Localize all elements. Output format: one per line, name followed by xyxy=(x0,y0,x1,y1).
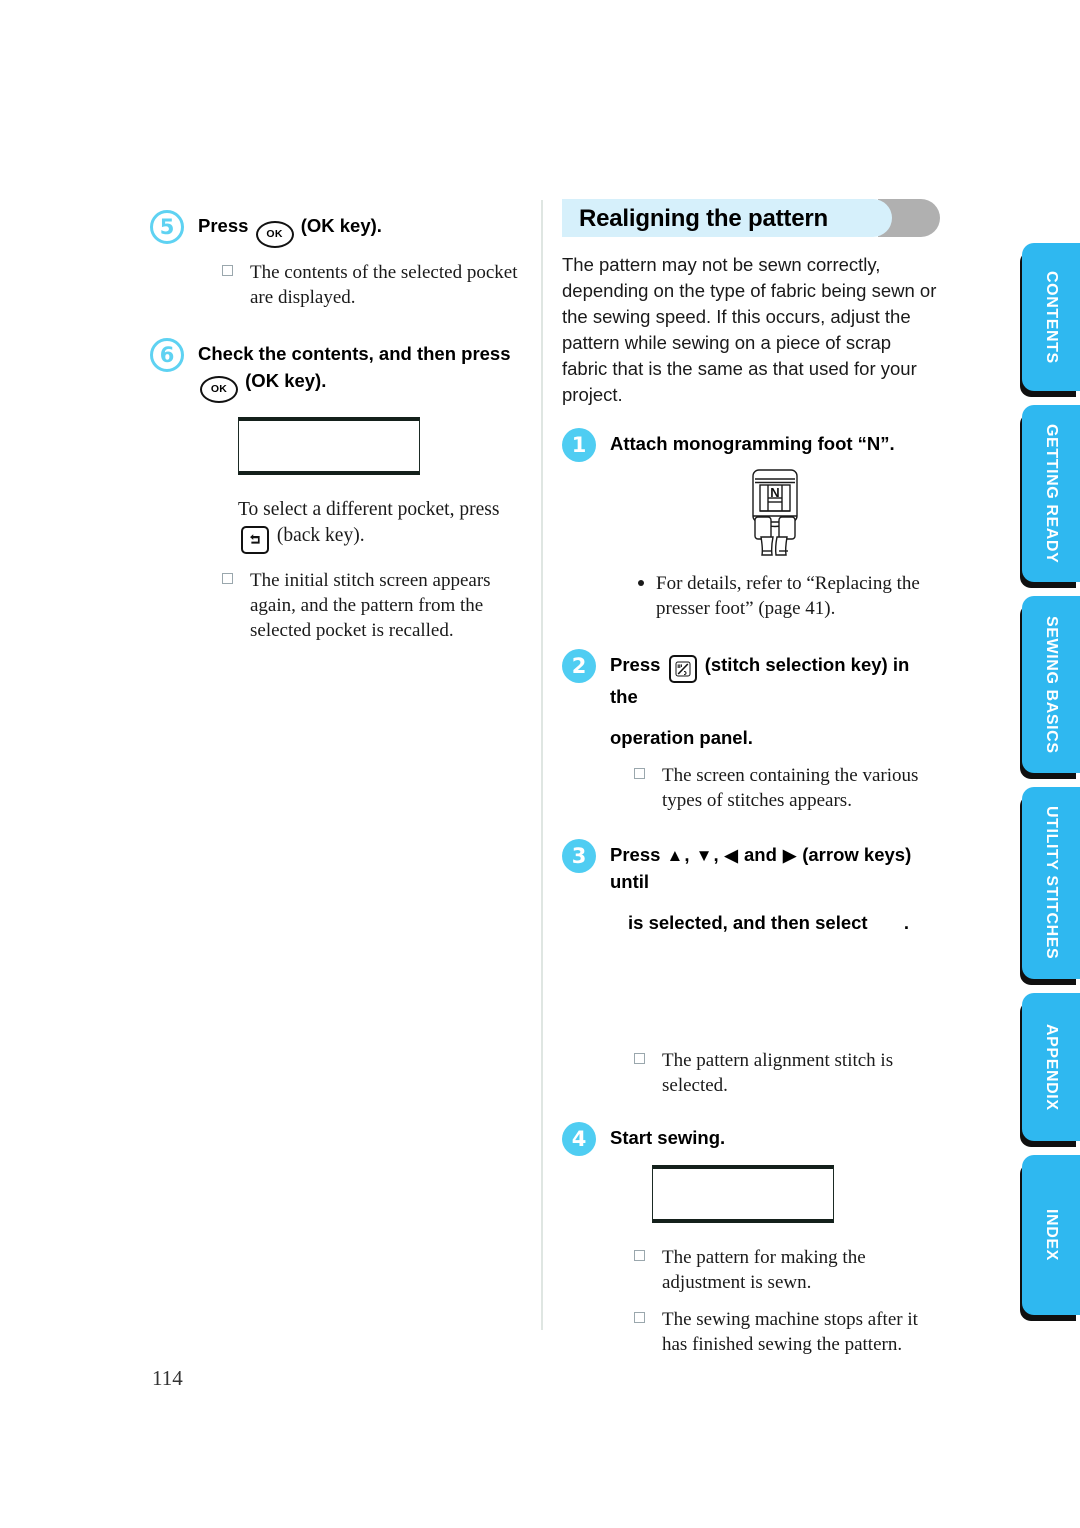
step-1-bullet: For details, refer to “Replacing the pre… xyxy=(634,571,940,621)
step-2-note: The screen containing the various types … xyxy=(632,763,940,813)
step-5-number: 5 xyxy=(150,210,184,244)
side-tab-contents-label: CONTENTS xyxy=(1043,270,1060,364)
step-3: 3 Press ▲, ▼, ◀ and ▶ (arrow keys) until… xyxy=(562,839,940,1098)
step-5: 5 Press OK (OK key). The contents of the… xyxy=(150,210,525,310)
side-tab-sewing-basics-label: SEWING BASICS xyxy=(1043,615,1060,754)
step-4-title: Start sewing. xyxy=(610,1127,726,1148)
side-tab-index-label: INDEX xyxy=(1043,1209,1060,1261)
step-3-text-before: Press xyxy=(610,844,661,865)
page-number: 114 xyxy=(152,1366,183,1390)
page-title: Realigning the pattern xyxy=(579,205,828,232)
step-1-number: 1 xyxy=(562,428,596,462)
side-tab-getting-ready[interactable]: GETTING READY xyxy=(1022,405,1080,582)
side-tab-utility-stitches-label: UTILITY STITCHES xyxy=(1043,806,1060,960)
monogramming-foot-illustration: N xyxy=(610,467,940,559)
square-bullet-icon xyxy=(222,265,233,276)
step-2-title: Press (stitch selection key) in the oper… xyxy=(610,651,940,751)
arrow-sep-2: , xyxy=(713,844,719,865)
step-6-number: 6 xyxy=(150,338,184,372)
step-1: 1 Attach monogramming foot “N”. N For de… xyxy=(562,428,940,621)
arrow-right-icon[interactable]: ▶ xyxy=(783,847,796,864)
intro-paragraph: The pattern may not be sewn correctly, d… xyxy=(562,254,937,405)
step-2-note-text: The screen containing the various types … xyxy=(662,765,919,811)
arrow-conjunction: and xyxy=(743,844,777,865)
step-2-text-before: Press xyxy=(610,654,661,675)
back-key-icon[interactable] xyxy=(241,525,269,554)
step-4-screen-illustration xyxy=(652,1165,834,1223)
square-bullet-icon xyxy=(634,1053,645,1064)
square-bullet-icon xyxy=(634,1312,645,1323)
step-2-number: 2 xyxy=(562,649,596,683)
step-2-line2: operation panel. xyxy=(610,727,753,748)
step-6: 6 Check the contents, and then press OK … xyxy=(150,338,525,643)
step-1-title: Attach monogramming foot “N”. xyxy=(610,433,895,454)
step-6-body-after: (back key). xyxy=(276,525,365,546)
step-6-title: Check the contents, and then press OK (O… xyxy=(198,340,525,403)
arrow-down-icon[interactable]: ▼ xyxy=(696,847,713,864)
step-6-body-before: To select a different pocket, press xyxy=(238,499,500,520)
step-6-note-text: The initial stitch screen appears again,… xyxy=(250,569,491,641)
step-3-number: 3 xyxy=(562,839,596,873)
step-6-text-after: (OK key). xyxy=(245,370,327,391)
step-4-note-2-text: The sewing machine stops after it has fi… xyxy=(662,1309,918,1355)
step-6-note: The initial stitch screen appears again,… xyxy=(220,568,525,643)
step-5-text-after: (OK key). xyxy=(300,215,382,236)
side-tab-appendix-label: APPENDIX xyxy=(1043,1023,1060,1111)
step-6-back-instruction: To select a different pocket, press (bac… xyxy=(238,497,525,554)
square-bullet-icon xyxy=(222,572,233,584)
step-4-note-1: The pattern for making the adjustment is… xyxy=(632,1245,940,1295)
right-column: Realigning the pattern The pattern may n… xyxy=(562,196,940,1357)
section-header: Realigning the pattern xyxy=(562,196,940,240)
step-1-bullet-text: For details, refer to “Replacing the pre… xyxy=(656,573,920,619)
step-5-text-before: Press xyxy=(198,215,249,236)
step-3-line2-after: . xyxy=(903,912,909,933)
step-4-note-2: The sewing machine stops after it has fi… xyxy=(632,1307,940,1357)
side-tab-index[interactable]: INDEX xyxy=(1022,1155,1080,1315)
step-3-line2-before: is selected, and then select xyxy=(628,912,868,933)
side-tab-getting-ready-label: GETTING READY xyxy=(1043,423,1060,564)
column-divider xyxy=(541,200,543,1330)
step-4-number: 4 xyxy=(562,1122,596,1156)
arrow-up-icon[interactable]: ▲ xyxy=(667,847,684,864)
step-5-note: The contents of the selected pocket are … xyxy=(220,260,525,310)
step-4: 4 Start sewing. The pattern for making t… xyxy=(562,1122,940,1357)
step-6-text-before: Check the contents, and then press xyxy=(198,343,511,364)
step-3-line2: is selected, and then select . xyxy=(628,909,940,936)
arrow-sep-1: , xyxy=(684,844,690,865)
step-3-note: The pattern alignment stitch is selected… xyxy=(632,1048,940,1098)
step-3-screen-placeholder xyxy=(610,936,940,1048)
side-tab-sewing-basics[interactable]: SEWING BASICS xyxy=(1022,596,1080,773)
step-5-title: Press OK (OK key). xyxy=(198,212,525,248)
step-4-note-1-text: The pattern for making the adjustment is… xyxy=(662,1247,866,1293)
left-column: 5 Press OK (OK key). The contents of the… xyxy=(150,196,525,643)
step-5-note-text: The contents of the selected pocket are … xyxy=(250,262,518,308)
side-tab-utility-stitches[interactable]: UTILITY STITCHES xyxy=(1022,787,1080,979)
step-3-note-text: The pattern alignment stitch is selected… xyxy=(662,1050,894,1096)
ok-key-icon[interactable]: OK xyxy=(255,221,294,248)
square-bullet-icon xyxy=(634,768,645,779)
side-tab-contents[interactable]: CONTENTS xyxy=(1022,243,1080,391)
ok-key-icon[interactable]: OK xyxy=(200,376,238,403)
arrow-left-icon[interactable]: ◀ xyxy=(725,847,738,864)
square-bullet-icon xyxy=(634,1250,645,1261)
side-navigation-tabs: CONTENTS GETTING READY SEWING BASICS UTI… xyxy=(1022,243,1080,1329)
step-2: 2 Press (stitch selection key) in the op… xyxy=(562,649,940,813)
step-6-screen-illustration xyxy=(238,417,420,475)
side-tab-appendix[interactable]: APPENDIX xyxy=(1022,993,1080,1141)
manual-page: 5 Press OK (OK key). The contents of the… xyxy=(0,0,1080,1528)
step-3-title: Press ▲, ▼, ◀ and ▶ (arrow keys) until i… xyxy=(610,841,940,936)
stitch-selection-key-icon[interactable] xyxy=(668,655,697,683)
svg-text:N: N xyxy=(770,485,779,500)
dot-bullet-icon xyxy=(638,580,644,586)
